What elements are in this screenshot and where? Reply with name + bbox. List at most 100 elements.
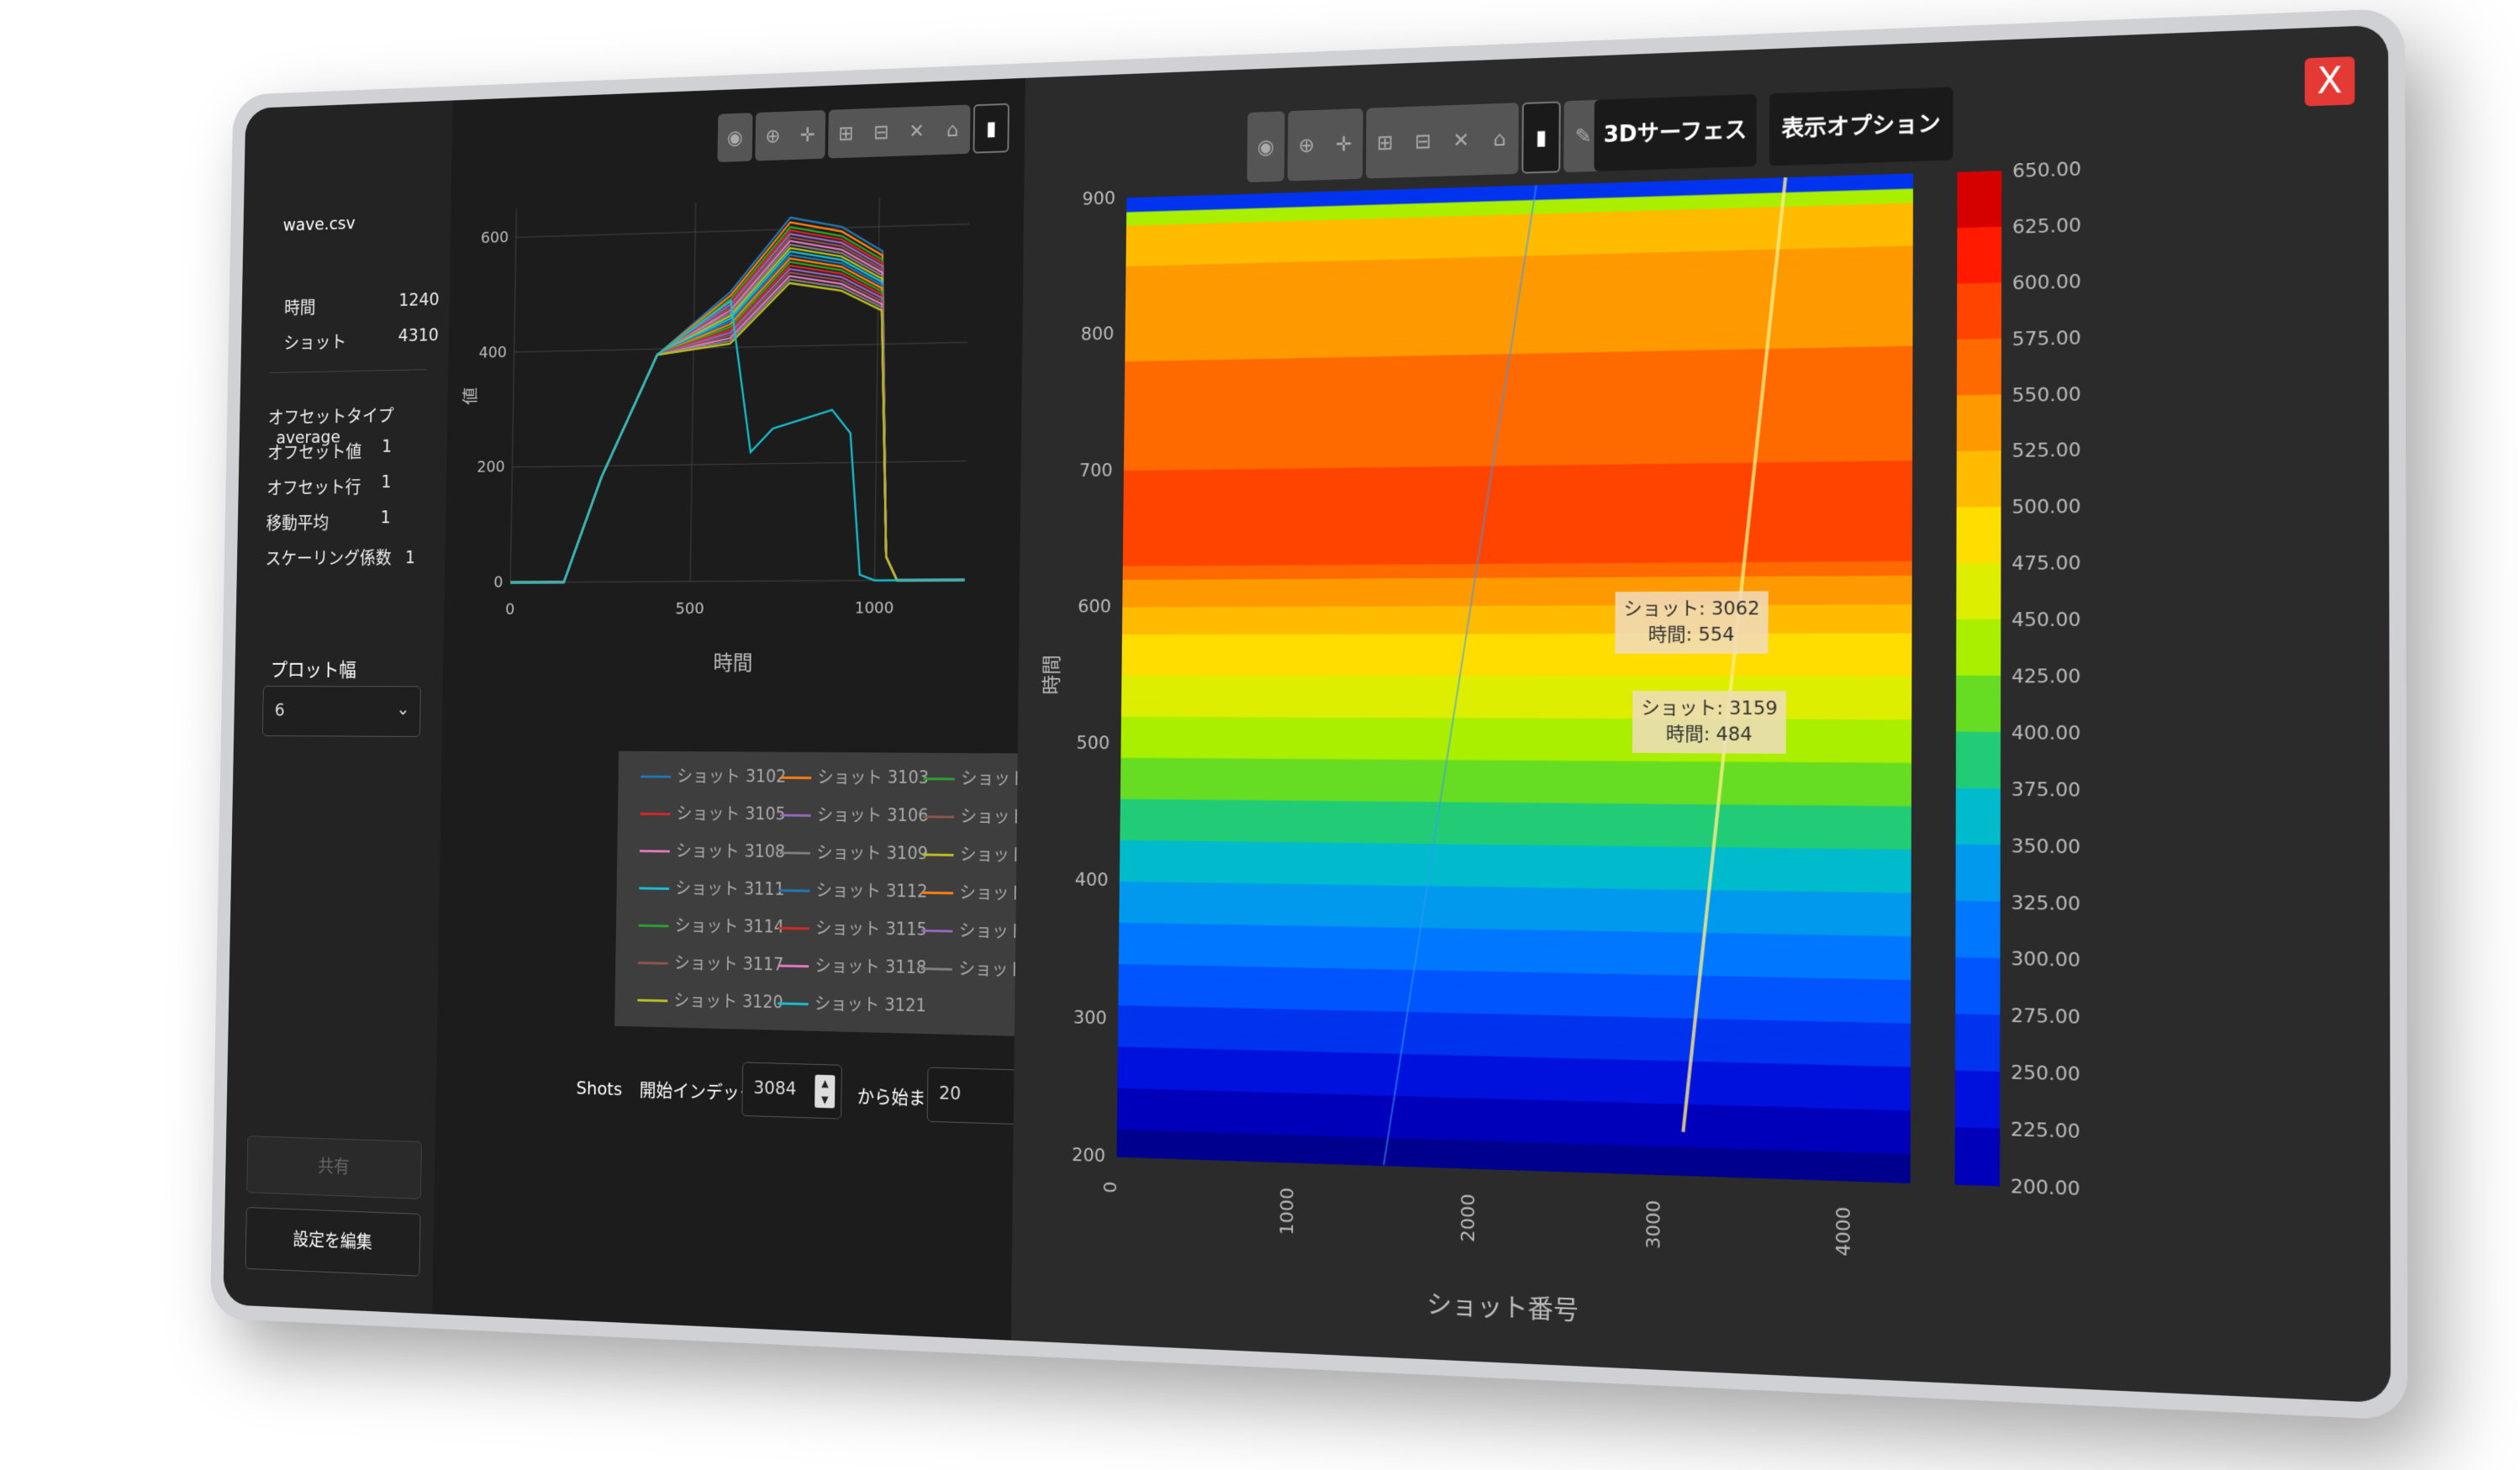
zoom-icon[interactable]: ⊕ (755, 112, 790, 161)
pan-icon[interactable]: ✛ (790, 110, 825, 160)
series-line (510, 295, 968, 582)
info-panel: wave.csv 時間 1240 ショット 4310 オフセットタイプ aver… (223, 100, 453, 1315)
plot-width-select[interactable]: 6 ⌄ (261, 686, 421, 737)
legend-label: ショット 3106 (816, 804, 929, 826)
legend-label: ショット 3108 (675, 840, 786, 861)
close-button[interactable]: X (2304, 56, 2355, 107)
heatmap-panel: ◉ ⊕ ✛ ⊞ ⊟ ✕ ⌂ ▮ ✎ 3Dサーフェス 表示オプション 200 300… (1010, 24, 2391, 1404)
share-button[interactable]: 共有 (246, 1135, 423, 1199)
camera-icon[interactable]: ◉ (717, 113, 752, 162)
legend-swatch (922, 814, 955, 819)
hover-tooltip: ショット: 3062 時間: 554 (1615, 591, 1769, 655)
legend-label: ショット 3111 (675, 877, 785, 899)
shots-label: Shots (576, 1078, 623, 1100)
shot-label: ショット (283, 332, 347, 354)
zoom-in-icon[interactable]: ⊞ (828, 108, 864, 158)
legend-swatch (637, 998, 668, 1002)
legend-swatch (640, 812, 671, 815)
colorbar-segment (1955, 957, 2001, 1016)
scaling-value: 1 (404, 548, 416, 568)
x-tick-label: 3000 (1643, 1200, 1665, 1250)
moving-avg-value: 1 (380, 508, 391, 528)
legend-item[interactable]: ショット 3105 (640, 799, 786, 825)
colorbar-segment (1955, 1014, 2001, 1073)
home-icon[interactable]: ⌂ (934, 105, 970, 155)
colorbar-segment (1956, 506, 2001, 565)
x-tick-label: 1000 (1277, 1187, 1298, 1236)
autoscale-icon[interactable]: ✕ (899, 106, 935, 156)
legend-item[interactable]: ショット 3108 (640, 837, 785, 863)
colorbar-segment (1956, 562, 2001, 620)
colorbar-tick-label: 350.00 (2011, 835, 2081, 859)
legend-swatch (778, 926, 809, 930)
legend-label: ショット 3102 (677, 766, 787, 787)
offset-value-row: オフセット値 1 (266, 437, 392, 464)
legend-item[interactable]: ショット 3109 (779, 839, 928, 866)
x-gridline (690, 203, 696, 582)
legend-item[interactable]: ショット 3112 (778, 876, 928, 903)
legend-swatch (778, 964, 809, 967)
legend-item[interactable]: ショット 3115 (778, 914, 927, 941)
colorbar-tick-label: 550.00 (2012, 383, 2081, 407)
x-tick-label: 500 (675, 599, 704, 619)
chevron-down-icon: ⌄ (396, 699, 410, 720)
offset-type-label: オフセットタイプ (267, 406, 394, 429)
legend-item[interactable]: ショット 3114 (638, 911, 785, 938)
series-line (510, 225, 969, 582)
edit-settings-button[interactable]: 設定を編集 (245, 1207, 421, 1277)
colorbar-tick-label: 375.00 (2011, 778, 2081, 801)
y-axis-label: 値 (461, 387, 480, 405)
legend-swatch (641, 775, 672, 778)
legend-swatch (921, 929, 953, 932)
moving-avg-row: 移動平均 1 (266, 508, 391, 535)
colorbar-segment (1956, 450, 2001, 508)
legend-item[interactable]: ショット 3103 (780, 763, 930, 789)
legend-swatch (923, 777, 955, 780)
colorbar-tick-label: 650.00 (2012, 159, 2081, 183)
series-line (510, 217, 969, 582)
time-row: 時間 1240 (284, 290, 440, 319)
divider (268, 369, 427, 373)
colorbar-tick-label: 275.00 (2011, 1005, 2080, 1030)
stepper-icon[interactable]: ▲ ▼ (815, 1074, 836, 1109)
line-chart-toolbar: ◉ ⊕ ✛ ⊞ ⊟ ✕ ⌂ ▮ (717, 103, 1010, 163)
legend-swatch (779, 851, 811, 855)
legend-item[interactable]: ショット 3102 (641, 762, 786, 788)
heatmap-band (1121, 646, 1912, 662)
chart-logo-icon[interactable]: ▮ (973, 103, 1010, 154)
legend-item[interactable]: ショット 3120 (637, 986, 783, 1014)
legend-label: ショット 3109 (816, 842, 929, 864)
colorbar-segment (1954, 1127, 2001, 1187)
legend-label: ショット 3120 (673, 989, 783, 1013)
shot-value: 4310 (398, 325, 440, 346)
legend-item[interactable]: ショット 3118 (778, 951, 927, 979)
legend-item[interactable]: ショット 3121 (778, 989, 926, 1017)
colorbar-tick-label: 450.00 (2011, 609, 2080, 632)
y-tick-label: 400 (479, 343, 508, 362)
colorbar-segment (1956, 394, 2001, 452)
zoom-out-icon[interactable]: ⊟ (863, 108, 899, 157)
colorbar-segment (1956, 338, 2002, 397)
x-tick-label: 4000 (1833, 1206, 1856, 1257)
plot-width-label: プロット幅 (270, 659, 357, 682)
offset-row-row: オフセット行 1 (266, 472, 392, 499)
legend-item[interactable]: ショット 3111 (639, 874, 785, 901)
y-gridline (512, 461, 966, 467)
start-index-input[interactable]: 3084 ▲ ▼ (741, 1062, 842, 1120)
y-tick-label: 500 (1076, 733, 1110, 754)
close-icon: X (2317, 60, 2343, 103)
legend-label: ショット 3118 (815, 955, 927, 978)
colorbar-tick-label: 425.00 (2011, 666, 2080, 688)
line-chart-panel: ◉ ⊕ ✛ ⊞ ⊟ ✕ ⌂ ▮ 0 200 400 600 0 500 1000 値時間 ショ… (432, 77, 1074, 1341)
offset-value-label: オフセット値 (266, 441, 362, 463)
y-axis-label: 時間 (1040, 655, 1062, 694)
offset-row-label: オフセット行 (266, 477, 361, 498)
line-chart-legend: ショット 3102ショット 3103ショット 3104ショット 3105ショット… (614, 751, 1074, 1038)
legend-item[interactable]: ショット 3106 (780, 801, 929, 827)
moving-avg-label: 移動平均 (266, 513, 329, 534)
legend-item[interactable]: ショット 3117 (638, 949, 784, 977)
offset-row-value: 1 (381, 472, 392, 493)
heatmap-band (1121, 632, 1912, 649)
series-line (510, 222, 969, 582)
y-tick-label: 800 (1081, 324, 1115, 345)
